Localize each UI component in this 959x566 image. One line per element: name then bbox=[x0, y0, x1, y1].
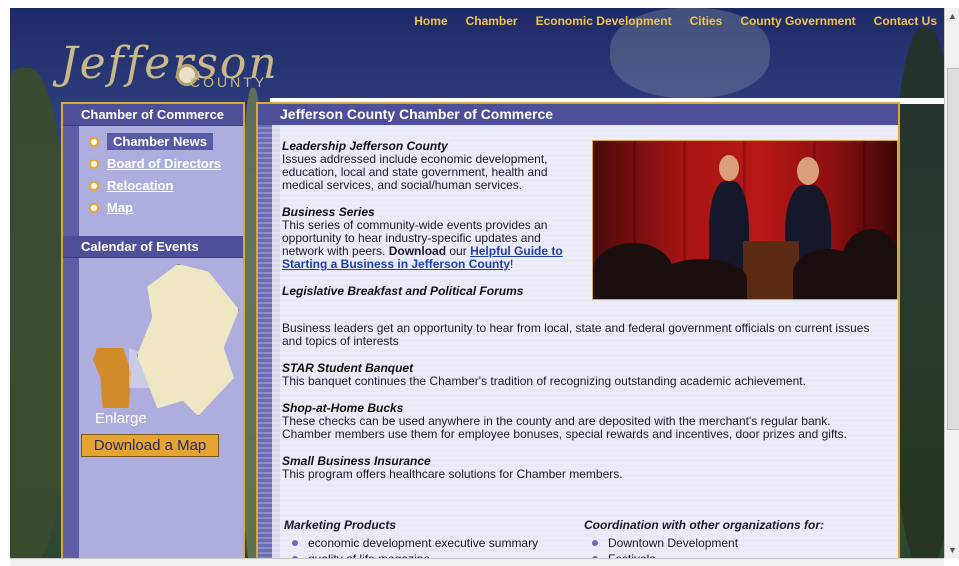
list-item: Downtown Development bbox=[584, 535, 884, 551]
sidebar-item-label: Relocation bbox=[107, 177, 174, 193]
sidebar-item-label: Map bbox=[107, 199, 133, 215]
site-logo[interactable]: Jefferson COUNTY bbox=[40, 34, 277, 98]
top-navigation: Home Chamber Economic Development Cities… bbox=[380, 8, 937, 34]
nav-cities[interactable]: Cities bbox=[690, 14, 723, 28]
sidebar-item-label: Board of Directors bbox=[107, 155, 222, 171]
list-item-text: economic development executive summary bbox=[308, 536, 539, 550]
section-text: This series of community-wide events pro… bbox=[282, 219, 578, 271]
page-title: Jefferson County Chamber of Commerce bbox=[258, 104, 898, 125]
sidebar-item-relocation[interactable]: Relocation bbox=[63, 174, 243, 196]
section-text-part: ! bbox=[510, 257, 514, 271]
main-content: Jefferson County Chamber of Commerce Lea… bbox=[256, 102, 900, 564]
section-shop-at-home: Shop-at-Home Bucks These checks can be u… bbox=[282, 402, 872, 441]
section-text: This banquet continues the Chamber's tra… bbox=[282, 374, 806, 388]
enlarge-link[interactable]: Enlarge bbox=[95, 410, 147, 427]
window-top-edge bbox=[0, 0, 959, 8]
nav-economic-development[interactable]: Economic Development bbox=[536, 14, 672, 28]
list-item-text: Downtown Development bbox=[608, 536, 739, 550]
nav-county-government[interactable]: County Government bbox=[740, 14, 855, 28]
section-star-banquet: STAR Student Banquet This banquet contin… bbox=[282, 362, 872, 388]
browser-viewport: Home Chamber Economic Development Cities… bbox=[0, 0, 959, 566]
section-text: This program offers healthcare solutions… bbox=[282, 467, 623, 481]
scrollbar-thumb[interactable] bbox=[947, 68, 959, 430]
bullet-icon bbox=[292, 540, 298, 546]
section-text: These checks can be used anywhere in the… bbox=[282, 414, 847, 441]
county-map-shape bbox=[137, 264, 239, 416]
window-left-edge bbox=[0, 0, 10, 565]
nav-chamber[interactable]: Chamber bbox=[466, 14, 518, 28]
section-leadership: Leadership Jefferson County Issues addre… bbox=[282, 140, 872, 192]
nav-home[interactable]: Home bbox=[414, 14, 447, 28]
scroll-up-icon[interactable]: ▲ bbox=[948, 11, 957, 21]
download-map-button[interactable]: Download a Map bbox=[81, 434, 219, 457]
sidebar-heading: Chamber of Commerce bbox=[63, 104, 243, 126]
section-text-part: our bbox=[446, 244, 471, 258]
sidebar-item-label: Chamber News bbox=[107, 132, 213, 150]
section-title: Legislative Breakfast and Political Foru… bbox=[282, 284, 524, 298]
download-word: Download bbox=[388, 244, 447, 258]
vertical-scrollbar[interactable]: ▲ ▼ bbox=[944, 8, 959, 558]
section-text: Business leaders get an opportunity to h… bbox=[282, 321, 870, 348]
sidebar-item-chamber-news[interactable]: Chamber News bbox=[63, 130, 243, 152]
calendar-heading[interactable]: Calendar of Events bbox=[63, 236, 243, 258]
county-map[interactable]: Enlarge bbox=[79, 258, 239, 428]
list-heading: Marketing Products bbox=[284, 518, 397, 532]
section-insurance: Small Business Insurance This program of… bbox=[282, 455, 872, 481]
chamber-programs: Leadership Jefferson County Issues addre… bbox=[282, 140, 872, 495]
bullet-icon bbox=[89, 137, 99, 147]
sidebar: Chamber of Commerce Chamber News Board o… bbox=[61, 102, 245, 564]
list-heading: Coordination with other organizations fo… bbox=[584, 518, 824, 532]
bullet-icon bbox=[89, 203, 99, 213]
section-business-series: Business Series This series of community… bbox=[282, 206, 872, 271]
nav-contact-us[interactable]: Contact Us bbox=[874, 14, 937, 28]
scroll-down-icon[interactable]: ▼ bbox=[948, 545, 957, 555]
sidebar-item-map[interactable]: Map bbox=[63, 196, 243, 218]
georgia-state-shape bbox=[93, 348, 131, 408]
sidebar-item-board-of-directors[interactable]: Board of Directors bbox=[63, 152, 243, 174]
bullet-icon bbox=[89, 159, 99, 169]
bullet-icon bbox=[592, 540, 598, 546]
list-item: economic development executive summary bbox=[284, 535, 584, 551]
bullet-icon bbox=[89, 181, 99, 191]
section-text: Issues addressed include economic develo… bbox=[282, 152, 548, 192]
sidebar-menu: Chamber News Board of Directors Relocati… bbox=[63, 126, 243, 222]
logo-county-text: COUNTY bbox=[190, 74, 268, 90]
section-legislative: Legislative Breakfast and Political Foru… bbox=[282, 285, 872, 348]
